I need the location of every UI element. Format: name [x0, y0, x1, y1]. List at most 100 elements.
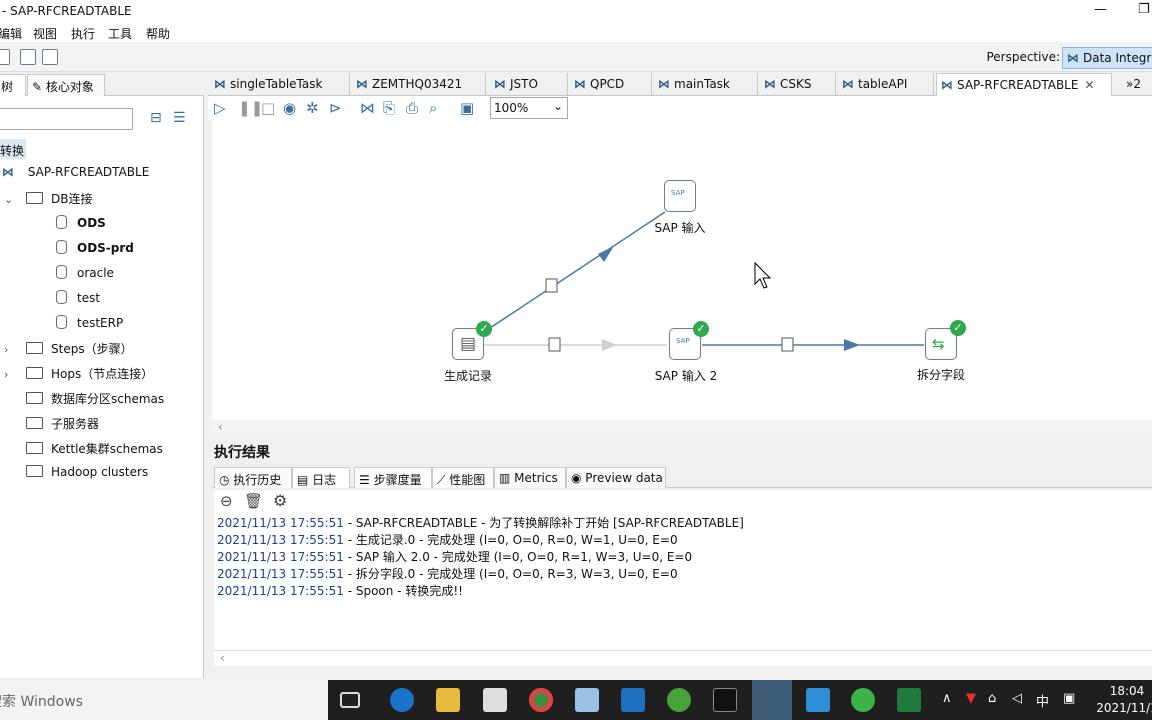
app-icon[interactable] [806, 688, 830, 712]
task-view-icon[interactable] [340, 692, 360, 708]
tree-search-input[interactable] [0, 108, 133, 130]
tab-tableapi[interactable]: ⋈ tableAPI [838, 73, 934, 96]
tab-preview-data[interactable]: ◉ Preview data [566, 467, 666, 488]
preview-icon[interactable]: ◉ [283, 99, 296, 117]
tree-db-folder[interactable]: ⌄ DB连接 [4, 190, 92, 210]
section-header[interactable]: 转换 [0, 139, 26, 159]
tab-performance-graph[interactable]: ⟋ 性能图 [432, 467, 494, 488]
tree-connection[interactable]: testERP [56, 315, 123, 335]
tab-overflow[interactable]: »2 [1122, 73, 1150, 96]
transformation-icon: ⋈ [764, 77, 776, 91]
tab-label: tableAPI [858, 77, 908, 91]
settings-icon[interactable]: ⚙ [273, 491, 287, 510]
scroll-left-icon[interactable]: ‹ [220, 651, 225, 665]
close-icon[interactable]: ✕ [1084, 78, 1094, 92]
perspective-button[interactable]: ⋈ Data Integr [1062, 47, 1152, 69]
explore-db-icon[interactable]: ⌕ [429, 99, 437, 117]
tab-tree[interactable]: 树 [0, 74, 26, 96]
canvas-horizontal-scrollbar[interactable]: ‹ [212, 420, 1152, 434]
minimize-button[interactable]: — [1094, 2, 1107, 17]
chrome-icon[interactable] [529, 688, 553, 712]
tab-singletabletask[interactable]: ⋈ singleTableTask [210, 73, 350, 96]
ime-indicator[interactable]: 中 [1036, 691, 1049, 710]
collapse-all-icon[interactable]: ⊟ [150, 110, 162, 126]
tab-metrics[interactable]: ▥ Metrics [494, 467, 566, 488]
app-icon[interactable] [667, 688, 691, 712]
debug-icon[interactable]: ✲ [306, 99, 319, 117]
save-as-icon[interactable] [42, 49, 58, 65]
tree-connection[interactable]: ODS [56, 215, 106, 235]
trash-icon[interactable]: 🗑 [244, 492, 263, 510]
log-timestamp: 2021/11/13 17:55:51 [217, 533, 344, 547]
tab-log[interactable]: ▤ 日志 [292, 467, 350, 488]
tree-folder[interactable]: 数据库分区schemas [26, 390, 164, 410]
results-title: 执行结果 [214, 445, 270, 461]
tree-connection[interactable]: test [56, 290, 100, 310]
network-icon[interactable]: ⌂ [988, 691, 996, 706]
transformation-canvas[interactable]: ▤ ✓ 生成记录 SAP SAP 输入 SAP ✓ SAP 输入 2 ⇆ ✓ 拆… [212, 120, 1152, 420]
clear-log-icon[interactable]: ⊖ [220, 492, 233, 510]
zoom-select[interactable]: 100% ⌄ [490, 97, 568, 119]
menu-view[interactable]: 视图 [33, 25, 57, 42]
menu-help[interactable]: 帮助 [146, 25, 170, 42]
log-timestamp: 2021/11/13 17:55:51 [217, 516, 344, 530]
tree-connection[interactable]: ODS-prd [56, 240, 134, 260]
app-icon[interactable] [851, 688, 875, 712]
impact-icon[interactable]: ⎘ [383, 99, 395, 117]
success-check-icon: ✓ [950, 320, 966, 336]
terminal-icon[interactable] [713, 688, 737, 712]
tab-execution-history[interactable]: ◷ 执行历史 [214, 467, 292, 488]
verify-icon[interactable]: ⋈ [360, 99, 375, 117]
tab-qpcd[interactable]: ⋈ QPCD [570, 73, 652, 96]
menu-tools[interactable]: 工具 [108, 25, 132, 42]
log-horizontal-scrollbar[interactable]: ‹ [214, 650, 1152, 666]
tab-jsto[interactable]: ⋈ JSTO [490, 73, 568, 96]
chevron-up-icon[interactable]: ∧ [942, 691, 952, 706]
database-icon [56, 315, 67, 329]
tree-connection[interactable]: oracle [56, 265, 114, 285]
sql-icon[interactable]: ⎙ [406, 99, 418, 117]
spoon-app-icon[interactable] [752, 680, 792, 720]
tab-csks[interactable]: ⋈ CSKS [760, 73, 836, 96]
explore-icon[interactable] [0, 49, 10, 65]
step-sap-input[interactable]: SAP [664, 180, 696, 212]
run-icon[interactable]: ▷ [214, 99, 226, 117]
replay-icon[interactable]: ⊳ [329, 99, 342, 117]
scroll-left-icon[interactable]: ‹ [218, 420, 223, 434]
excel-icon[interactable] [897, 688, 921, 712]
clock-time: 18:04 [1109, 684, 1145, 698]
tab-core-objects[interactable]: ✎ 核心对象 [27, 74, 105, 96]
app-icon[interactable] [575, 688, 599, 712]
tree-folder[interactable]: 子服务器 [26, 415, 99, 435]
log-area[interactable]: 2021/11/13 17:55:51 - SAP-RFCREADTABLE -… [214, 512, 1152, 650]
menu-run[interactable]: 执行 [71, 25, 95, 42]
edge-icon[interactable] [390, 688, 414, 712]
clock[interactable]: 18:04 2021/11/1 [1092, 683, 1152, 717]
tree-folder[interactable]: Hadoop clusters [26, 465, 148, 485]
tab-sap-rfcreadtable[interactable]: ⋈ SAP-RFCREADTABLE ✕ [936, 73, 1112, 96]
save-icon[interactable] [20, 49, 36, 65]
ime-mode-icon[interactable]: ▣ [1063, 691, 1075, 706]
store-icon[interactable] [483, 688, 507, 712]
log-line: 2021/11/13 17:55:51 - SAP-RFCREADTABLE -… [217, 514, 744, 531]
stop-icon[interactable]: □ [261, 99, 275, 117]
tab-maintask[interactable]: ⋈ mainTask [654, 73, 758, 96]
tree-folder[interactable]: Kettle集群schemas [26, 440, 163, 460]
show-results-icon[interactable]: ▣ [460, 99, 474, 117]
tree-folder[interactable]: › Hops（节点连接） [4, 365, 153, 385]
tab-zemthq03421[interactable]: ⋈ ZEMTHQ03421 [352, 73, 486, 96]
expand-all-icon[interactable]: ☰ [173, 110, 186, 126]
pause-icon[interactable]: ❚❚ [238, 99, 263, 117]
volume-icon[interactable]: ◁ [1012, 691, 1022, 706]
tray-app-icon[interactable]: ▼ [966, 691, 976, 706]
file-explorer-icon[interactable] [436, 688, 460, 712]
data-integration-icon: ⋈ [1067, 51, 1079, 65]
windows-search-box[interactable]: 搜索 Windows [0, 680, 328, 720]
tree-folder[interactable]: › Steps（步骤） [4, 340, 133, 360]
hop-gen-sap1[interactable] [483, 211, 666, 333]
restore-button[interactable]: ❐ [1138, 2, 1150, 17]
tree-root[interactable]: ⋈ SAP-RFCREADTABLE [2, 165, 149, 185]
tab-step-metrics[interactable]: ☰ 步骤度量 [354, 467, 432, 488]
app-icon[interactable] [621, 688, 645, 712]
menu-edit[interactable]: 编辑 [0, 25, 22, 42]
